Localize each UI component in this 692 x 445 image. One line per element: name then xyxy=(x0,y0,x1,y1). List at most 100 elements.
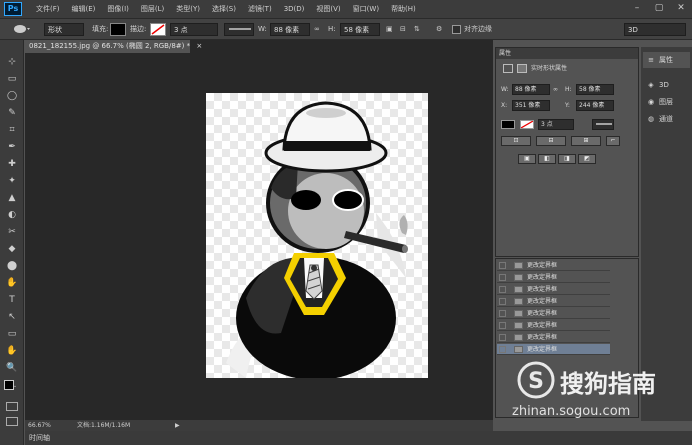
menu-window[interactable]: 窗口(W) xyxy=(347,4,385,14)
workspace-dropdown[interactable]: 3D xyxy=(624,23,686,36)
layer-row[interactable]: 更改定界框 xyxy=(497,308,610,319)
shape-mode-dropdown[interactable]: 形状 xyxy=(44,23,84,36)
prop-distribute-button[interactable]: ⊟ xyxy=(536,136,566,146)
path-alignment-icon[interactable]: ⊟ xyxy=(400,23,406,36)
visibility-icon[interactable] xyxy=(499,298,506,305)
prop-link-icon[interactable]: ∞ xyxy=(553,84,558,95)
history-brush-icon[interactable]: ◐ xyxy=(4,209,20,221)
prop-join-button[interactable]: ⊞ xyxy=(571,136,601,146)
dodge-tool-icon[interactable]: ✋ xyxy=(4,277,20,289)
align-edges-label: 对齐边缘 xyxy=(464,25,492,33)
quick-mask-icon[interactable] xyxy=(6,402,18,411)
visibility-icon[interactable] xyxy=(499,262,506,269)
menu-select[interactable]: 选择(S) xyxy=(206,4,242,14)
zoom-tool-icon[interactable]: 🔍 xyxy=(4,362,20,374)
minimize-button[interactable]: – xyxy=(630,2,644,14)
hand-tool-icon[interactable]: ✋ xyxy=(4,345,20,357)
visibility-icon[interactable] xyxy=(499,286,506,293)
gradient-tool-icon[interactable]: ◆ xyxy=(4,243,20,255)
crop-tool-icon[interactable]: ⌗ xyxy=(4,124,20,136)
prop-width-field[interactable]: 88 像素 xyxy=(512,84,550,95)
stroke-width-field[interactable]: 3 点 xyxy=(170,23,218,36)
path-exclude-icon[interactable]: ◩ xyxy=(578,154,596,164)
healing-tool-icon[interactable]: ✚ xyxy=(4,158,20,170)
stroke-type-dropdown[interactable] xyxy=(224,23,254,36)
menu-help[interactable]: 帮助(H) xyxy=(385,4,422,14)
height-field[interactable]: 58 像素 xyxy=(340,23,380,36)
menu-filter[interactable]: 滤镜(T) xyxy=(242,4,278,14)
path-subtract-icon[interactable]: ◧ xyxy=(538,154,556,164)
eyedropper-tool-icon[interactable]: ✒ xyxy=(4,141,20,153)
dock-channels[interactable]: ◍ 通道 xyxy=(643,111,690,127)
stroke-swatch[interactable] xyxy=(150,23,166,36)
lasso-tool-icon[interactable]: ◯ xyxy=(4,90,20,102)
shape-properties-icon[interactable] xyxy=(503,64,513,73)
prop-height-field[interactable]: 58 像素 xyxy=(576,84,614,95)
path-combine-icon[interactable]: ▣ xyxy=(518,154,536,164)
menu-3d[interactable]: 3D(D) xyxy=(278,5,311,13)
layer-row-selected[interactable]: 更改定界框 xyxy=(497,344,610,355)
dock-properties[interactable]: ≡ 属性 xyxy=(643,52,690,68)
path-arrange-icon[interactable]: ⇅ xyxy=(414,23,420,36)
prop-corner-button[interactable]: ⌐ xyxy=(606,136,620,146)
layer-row[interactable]: 更改定界框 xyxy=(497,260,610,271)
stamp-tool-icon[interactable]: ▲ xyxy=(4,192,20,204)
prop-stroke-type-dropdown[interactable] xyxy=(592,119,614,130)
blur-tool-icon[interactable]: ⬤ xyxy=(4,260,20,272)
status-menu-arrow-icon[interactable]: ▶ xyxy=(175,420,180,431)
gear-icon[interactable]: ⚙ xyxy=(436,23,442,36)
quick-select-tool-icon[interactable]: ✎ xyxy=(4,107,20,119)
layer-row[interactable]: 更改定界框 xyxy=(497,272,610,283)
visibility-icon[interactable] xyxy=(499,322,506,329)
marquee-tool-icon[interactable]: ▭ xyxy=(4,73,20,85)
visibility-icon[interactable] xyxy=(499,310,506,317)
fill-swatch[interactable] xyxy=(110,23,126,36)
prop-x-field[interactable]: 351 像素 xyxy=(512,100,550,111)
path-intersect-icon[interactable]: ◨ xyxy=(558,154,576,164)
prop-stroke-swatch[interactable] xyxy=(520,120,534,129)
shape-tool-icon[interactable]: ▭ xyxy=(4,328,20,340)
layer-row[interactable]: 更改定界框 xyxy=(497,296,610,307)
width-field[interactable]: 88 像素 xyxy=(270,23,310,36)
link-dimensions-icon[interactable]: ∞ xyxy=(314,23,320,36)
screen-mode-icon[interactable] xyxy=(6,417,18,426)
document-canvas[interactable] xyxy=(206,93,428,378)
prop-y-field[interactable]: 244 像素 xyxy=(576,100,614,111)
document-tab[interactable]: 0821_182155.jpg @ 66.7% (椭圆 2, RGB/8#) *… xyxy=(25,40,202,53)
move-tool-icon[interactable]: ⊹ xyxy=(4,56,20,68)
menu-type[interactable]: 类型(Y) xyxy=(170,4,206,14)
menu-layer[interactable]: 图层(L) xyxy=(135,4,170,14)
visibility-icon[interactable] xyxy=(499,274,506,281)
dock-3d[interactable]: ◈ 3D xyxy=(643,77,690,93)
eraser-tool-icon[interactable]: ✂ xyxy=(4,226,20,238)
zoom-level[interactable]: 66.67% xyxy=(28,420,51,431)
ellipse-tool-preset[interactable] xyxy=(12,23,32,35)
prop-align-button[interactable]: ⊡ xyxy=(501,136,531,146)
layer-name: 更改定界框 xyxy=(527,262,558,269)
prop-stroke-width-field[interactable]: 3 点 xyxy=(538,119,574,130)
timeline-panel-tab[interactable]: 时间轴 xyxy=(25,431,692,445)
menu-file[interactable]: 文件(F) xyxy=(30,4,66,14)
close-document-icon[interactable]: × xyxy=(196,42,202,50)
path-select-tool-icon[interactable]: ↖ xyxy=(4,311,20,323)
layer-row[interactable]: 更改定界框 xyxy=(497,332,610,343)
foreground-color-swatch[interactable] xyxy=(4,380,14,390)
visibility-icon[interactable] xyxy=(499,346,506,353)
mask-properties-icon[interactable] xyxy=(517,64,527,73)
visibility-icon[interactable] xyxy=(499,334,506,341)
close-window-button[interactable]: ✕ xyxy=(674,2,688,14)
dock-layers[interactable]: ◉ 图层 xyxy=(643,94,690,110)
prop-fill-swatch[interactable] xyxy=(501,120,515,129)
path-operations-icon[interactable]: ▣ xyxy=(386,23,393,36)
menu-edit[interactable]: 编辑(E) xyxy=(66,4,102,14)
properties-title[interactable]: 属性 xyxy=(496,48,638,59)
type-tool-icon[interactable]: T xyxy=(4,294,20,306)
align-edges-checkbox[interactable] xyxy=(452,25,461,34)
brush-tool-icon[interactable]: ✦ xyxy=(4,175,20,187)
layer-row[interactable]: 更改定界框 xyxy=(497,284,610,295)
maximize-button[interactable]: ▢ xyxy=(652,2,666,14)
stroke-none-icon xyxy=(151,24,165,35)
menu-image[interactable]: 图像(I) xyxy=(101,4,135,14)
layer-row[interactable]: 更改定界框 xyxy=(497,320,610,331)
menu-view[interactable]: 视图(V) xyxy=(310,4,346,14)
